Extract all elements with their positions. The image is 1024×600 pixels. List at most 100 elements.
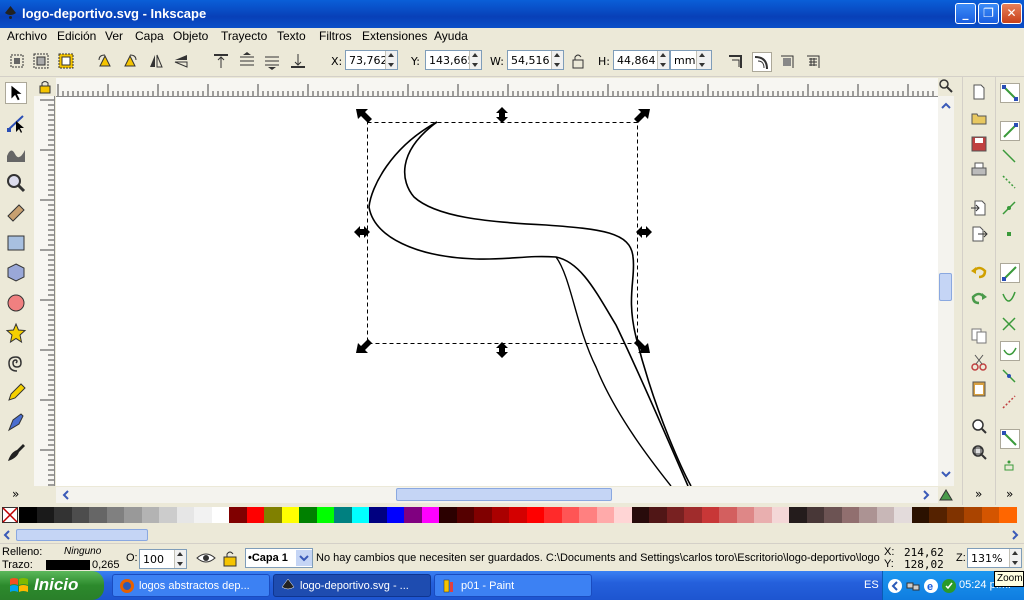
snap-bbox-center-icon[interactable] <box>1000 225 1018 243</box>
color-swatch[interactable] <box>894 507 912 523</box>
import-icon[interactable] <box>970 199 988 217</box>
h-stepper[interactable] <box>657 51 669 69</box>
logo-path[interactable] <box>368 121 692 486</box>
color-swatch[interactable] <box>159 507 177 523</box>
color-swatch[interactable] <box>929 507 947 523</box>
color-swatch[interactable] <box>456 507 475 523</box>
star-tool-icon[interactable] <box>5 322 27 344</box>
color-swatch[interactable] <box>841 507 860 523</box>
color-swatch[interactable] <box>211 507 230 523</box>
menu-extensiones[interactable]: Extensiones <box>362 29 427 43</box>
paste-icon[interactable] <box>970 379 988 397</box>
color-swatch[interactable] <box>281 507 300 523</box>
color-swatch[interactable] <box>561 507 580 523</box>
pencil-tool-icon[interactable] <box>5 382 27 404</box>
color-swatch[interactable] <box>999 507 1017 523</box>
minimize-button[interactable]: _ <box>955 3 976 24</box>
color-swatch[interactable] <box>36 507 55 523</box>
cut-icon[interactable] <box>970 353 988 371</box>
copy-icon[interactable] <box>970 327 988 345</box>
zoom-fit-icon[interactable] <box>938 78 954 94</box>
menu-capa[interactable]: Capa <box>135 29 164 43</box>
color-swatch[interactable] <box>299 507 317 523</box>
vertical-ruler[interactable] <box>34 96 55 486</box>
select-all-layers-icon[interactable] <box>32 52 50 70</box>
color-swatch[interactable] <box>631 507 650 523</box>
color-swatch[interactable] <box>981 507 1000 523</box>
menu-ver[interactable]: Ver <box>105 29 123 43</box>
y-stepper[interactable] <box>469 51 481 69</box>
close-button[interactable]: ✕ <box>1001 3 1022 24</box>
zoom-selection-icon[interactable] <box>970 417 988 435</box>
fill-value[interactable]: Ninguno <box>64 546 101 557</box>
more-snap-chevron-icon[interactable]: » <box>1006 487 1013 501</box>
color-swatch[interactable] <box>754 507 772 523</box>
security-icon[interactable] <box>941 578 957 594</box>
color-swatch[interactable] <box>596 507 615 523</box>
zoom-drawing-icon[interactable] <box>970 443 988 461</box>
color-swatch[interactable] <box>824 507 842 523</box>
more-commands-chevron-icon[interactable]: » <box>975 487 982 501</box>
color-swatch[interactable] <box>54 507 72 523</box>
undo-icon[interactable] <box>970 263 988 281</box>
color-swatch[interactable] <box>334 507 352 523</box>
color-swatch[interactable] <box>859 507 877 523</box>
stroke-width[interactable]: 0,265 <box>92 559 120 571</box>
snap-bbox-icon[interactable] <box>1000 121 1020 141</box>
menu-texto[interactable]: Texto <box>277 29 306 43</box>
color-swatch[interactable] <box>89 507 107 523</box>
color-swatch[interactable] <box>316 507 335 523</box>
scale-stroke-icon[interactable] <box>727 52 745 70</box>
zoom-tool-icon[interactable] <box>5 172 27 194</box>
menu-trayecto[interactable]: Trayecto <box>221 29 267 43</box>
color-swatch[interactable] <box>404 507 422 523</box>
snap-bbox-edges-icon[interactable] <box>1000 147 1018 165</box>
redo-icon[interactable] <box>970 289 988 307</box>
rotate-ccw-icon[interactable] <box>96 52 114 70</box>
color-swatch[interactable] <box>491 507 510 523</box>
invert-selection-icon[interactable] <box>57 52 75 70</box>
move-patterns-icon[interactable] <box>805 52 823 70</box>
lock-icon[interactable] <box>569 52 587 70</box>
open-icon[interactable] <box>970 109 988 127</box>
task-paint[interactable]: p01 - Paint <box>434 574 592 597</box>
node-tool-icon[interactable] <box>5 112 27 134</box>
menu-filtros[interactable]: Filtros <box>319 29 352 43</box>
snap-bbox-midpoints-icon[interactable] <box>1000 199 1018 217</box>
color-swatch[interactable] <box>789 507 807 523</box>
ellipse-tool-icon[interactable] <box>5 292 27 314</box>
network-icon[interactable] <box>905 578 921 594</box>
color-swatch[interactable] <box>176 507 195 523</box>
palette-scroll-thumb[interactable] <box>16 529 148 541</box>
eye-icon[interactable] <box>196 550 216 566</box>
snap-grid-icon[interactable] <box>1000 455 1018 473</box>
drawing-canvas[interactable] <box>56 97 938 486</box>
snap-paths-icon[interactable] <box>1000 289 1018 307</box>
h-input[interactable]: 44,864 <box>613 50 670 70</box>
color-swatch[interactable] <box>439 507 457 523</box>
color-swatch[interactable] <box>71 507 90 523</box>
snap-midpoints-icon[interactable] <box>1000 367 1018 385</box>
menu-ayuda[interactable]: Ayuda <box>434 29 468 43</box>
color-swatch[interactable] <box>386 507 405 523</box>
palette-scroll-right-icon[interactable] <box>1010 530 1020 540</box>
color-swatch[interactable] <box>876 507 895 523</box>
horizontal-scrollbar[interactable] <box>56 487 938 503</box>
color-swatch[interactable] <box>141 507 160 523</box>
rotate-cw-icon[interactable] <box>121 52 139 70</box>
snap-object-midpoints-icon[interactable] <box>1000 393 1018 411</box>
save-icon[interactable] <box>970 135 988 153</box>
measure-tool-icon[interactable] <box>5 202 27 224</box>
zoom-stepper[interactable] <box>1009 549 1021 567</box>
more-tools-chevron-icon[interactable]: » <box>12 487 19 501</box>
layer-select[interactable]: •Capa 1 <box>245 548 313 568</box>
opacity-input[interactable]: 100 <box>139 549 187 569</box>
rectangle-tool-icon[interactable] <box>5 232 27 254</box>
color-swatch[interactable] <box>911 507 930 523</box>
w-input[interactable]: 54,516 <box>507 50 564 70</box>
snap-toggle-icon[interactable] <box>1000 83 1020 103</box>
task-firefox[interactable]: logos abstractos dep... <box>112 574 270 597</box>
color-management-icon[interactable] <box>938 488 954 502</box>
tray-expand-icon[interactable] <box>887 578 903 594</box>
snap-intersections-icon[interactable] <box>1000 315 1018 333</box>
